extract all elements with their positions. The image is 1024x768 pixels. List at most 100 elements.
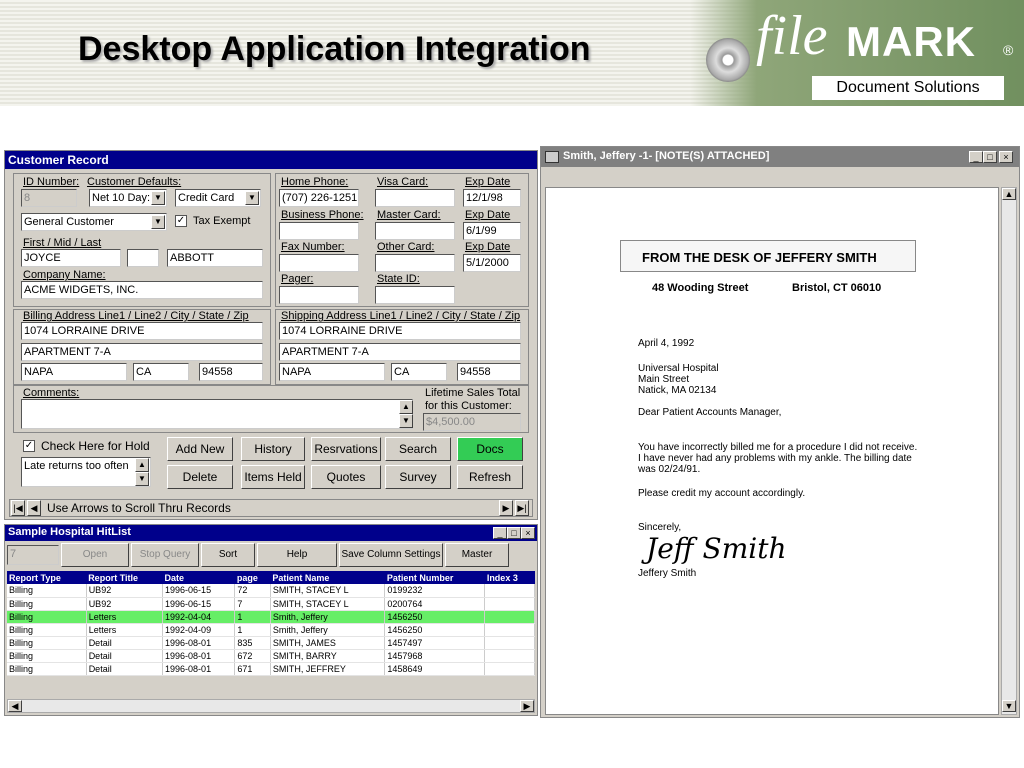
column-header[interactable]: Report Title	[86, 571, 163, 584]
comments-scroll-up-icon[interactable]: ▲	[399, 400, 413, 414]
column-header[interactable]: Report Type	[7, 571, 87, 584]
hold-note-scroll-down-icon[interactable]: ▼	[135, 472, 149, 486]
hold-note-field[interactable]: Late returns too often	[21, 457, 151, 487]
last-record-icon[interactable]: ▶|	[515, 500, 529, 516]
hold-note-scroll-up-icon[interactable]: ▲	[135, 458, 149, 472]
close-icon[interactable]: ×	[999, 151, 1013, 163]
shipping-city-field[interactable]: NAPA	[279, 363, 385, 381]
column-header[interactable]: Index 3	[484, 571, 535, 584]
add-new-button[interactable]: Add New	[167, 437, 233, 461]
scroll-right-icon[interactable]: ▶	[520, 700, 534, 712]
logo-subtitle: Document Solutions	[812, 76, 1004, 100]
table-row[interactable]: Billing Detail 1996-08-01 672 SMITH, BARRY 14…	[7, 649, 535, 663]
exp-date-field-2[interactable]: 6/1/99	[463, 222, 521, 240]
previous-record-icon[interactable]: ◀	[27, 500, 41, 516]
tax-exempt-checkbox[interactable]: ✓	[175, 215, 187, 227]
scroll-up-icon[interactable]: ▲	[1002, 188, 1016, 200]
minimize-icon[interactable]: _	[969, 151, 983, 163]
master-card-field[interactable]	[375, 222, 455, 240]
terms-dropdown-icon[interactable]: ▼	[151, 191, 165, 205]
table-row[interactable]: Billing UB92 1996-06-15 7 SMITH, STACEY L 020…	[7, 597, 535, 611]
table-cell: 1457497	[384, 636, 486, 650]
maximize-icon[interactable]: □	[983, 151, 997, 163]
table-row[interactable]: Billing Detail 1996-08-01 835 SMITH, JAMES 14…	[7, 636, 535, 650]
reservations-button[interactable]: Resrvations	[311, 437, 381, 461]
items-held-button[interactable]: Items Held	[241, 465, 305, 489]
id-number-field[interactable]: 8	[21, 189, 77, 207]
docs-button[interactable]: Docs	[457, 437, 523, 461]
table-row[interactable]: Billing UB92 1996-06-15 72 SMITH, STACEY L 01…	[7, 584, 535, 598]
maximize-icon[interactable]: □	[507, 527, 521, 539]
table-row[interactable]: Billing Detail 1996-08-01 671 SMITH, JEFFREY…	[7, 662, 535, 676]
customer-defaults-label: Customer Defaults:	[87, 176, 182, 188]
billing-state-field[interactable]: CA	[133, 363, 189, 381]
sort-button[interactable]: Sort	[201, 543, 255, 567]
billing-line2-field[interactable]: APARTMENT 7-A	[21, 343, 263, 361]
hitlist-window: Sample Hospital HitList _ □ × 7 Open Sto…	[4, 524, 538, 716]
recipient-line-1: Universal Hospital	[638, 363, 719, 374]
vertical-scrollbar[interactable]	[1001, 187, 1017, 715]
table-cell: Detail	[86, 636, 164, 650]
exp-date-field-1[interactable]: 12/1/98	[463, 189, 521, 207]
master-button[interactable]: Master	[445, 543, 509, 567]
column-header[interactable]: page	[234, 571, 271, 584]
home-phone-field[interactable]: (707) 226-1251	[279, 189, 359, 207]
payment-dropdown-icon[interactable]: ▼	[245, 191, 259, 205]
first-name-field[interactable]: JOYCE	[21, 249, 121, 267]
document-viewer-title: Smith, Jeffery -1- [NOTE(S) ATTACHED]	[541, 147, 1019, 167]
logo-mark-text: MARK	[846, 18, 976, 65]
delete-button[interactable]: Delete	[167, 465, 233, 489]
hit-count-field: 7	[7, 545, 59, 565]
billing-city-field[interactable]: NAPA	[21, 363, 127, 381]
state-id-field[interactable]	[375, 286, 455, 304]
customer-type-dropdown-icon[interactable]: ▼	[151, 215, 165, 229]
shipping-line2-field[interactable]: APARTMENT 7-A	[279, 343, 521, 361]
first-record-icon[interactable]: |◀	[11, 500, 25, 516]
table-cell: Billing	[7, 584, 87, 598]
letter-body-line-3: was 02/24/91.	[638, 464, 701, 475]
billing-zip-field[interactable]: 94558	[199, 363, 263, 381]
visa-field[interactable]	[375, 189, 455, 207]
table-row-selected[interactable]: Billing Letters 1992-04-04 1 Smith, Jeffery 1…	[7, 610, 535, 624]
save-column-settings-button[interactable]: Save Column Settings	[339, 543, 443, 567]
table-cell: 835	[234, 636, 271, 650]
slide-title: Desktop Application Integration	[78, 30, 591, 68]
horizontal-scrollbar[interactable]	[7, 699, 535, 713]
history-button[interactable]: History	[241, 437, 305, 461]
company-field[interactable]: ACME WIDGETS, INC.	[21, 281, 263, 299]
search-button[interactable]: Search	[385, 437, 451, 461]
comments-scroll-down-icon[interactable]: ▼	[399, 414, 413, 428]
shipping-state-field[interactable]: CA	[391, 363, 447, 381]
column-header[interactable]: Patient Name	[270, 571, 385, 584]
other-card-field[interactable]	[375, 254, 455, 272]
table-cell: SMITH, BARRY	[270, 649, 386, 663]
table-cell: 1996-06-15	[162, 584, 236, 598]
middle-name-field[interactable]	[127, 249, 159, 267]
quotes-button[interactable]: Quotes	[311, 465, 381, 489]
last-name-field[interactable]: ABBOTT	[167, 249, 263, 267]
exp-date-field-3[interactable]: 5/1/2000	[463, 254, 521, 272]
hold-checkbox[interactable]: ✓	[23, 440, 35, 452]
close-icon[interactable]: ×	[521, 527, 535, 539]
table-row[interactable]: Billing Letters 1992-04-09 1 Smith, Jeffery 1…	[7, 623, 535, 637]
help-button[interactable]: Help	[257, 543, 337, 567]
shipping-line1-field[interactable]: 1074 LORRAINE DRIVE	[279, 322, 521, 340]
billing-line1-field[interactable]: 1074 LORRAINE DRIVE	[21, 322, 263, 340]
column-header[interactable]: Date	[162, 571, 235, 584]
fax-field[interactable]	[279, 254, 359, 272]
next-record-icon[interactable]: ▶	[499, 500, 513, 516]
column-header[interactable]: Patient Number	[384, 571, 485, 584]
pager-field[interactable]	[279, 286, 359, 304]
refresh-button[interactable]: Refresh	[457, 465, 523, 489]
scroll-down-icon[interactable]: ▼	[1002, 700, 1016, 712]
comments-field[interactable]	[21, 399, 413, 429]
shipping-zip-field[interactable]: 94558	[457, 363, 521, 381]
table-cell: 72	[234, 584, 271, 598]
open-button[interactable]: Open	[61, 543, 129, 567]
minimize-icon[interactable]: _	[493, 527, 507, 539]
stop-query-button[interactable]: Stop Query	[131, 543, 199, 567]
survey-button[interactable]: Survey	[385, 465, 451, 489]
business-phone-field[interactable]	[279, 222, 359, 240]
scroll-left-icon[interactable]: ◀	[8, 700, 22, 712]
customer-type-select[interactable]: General Customer	[21, 213, 167, 231]
